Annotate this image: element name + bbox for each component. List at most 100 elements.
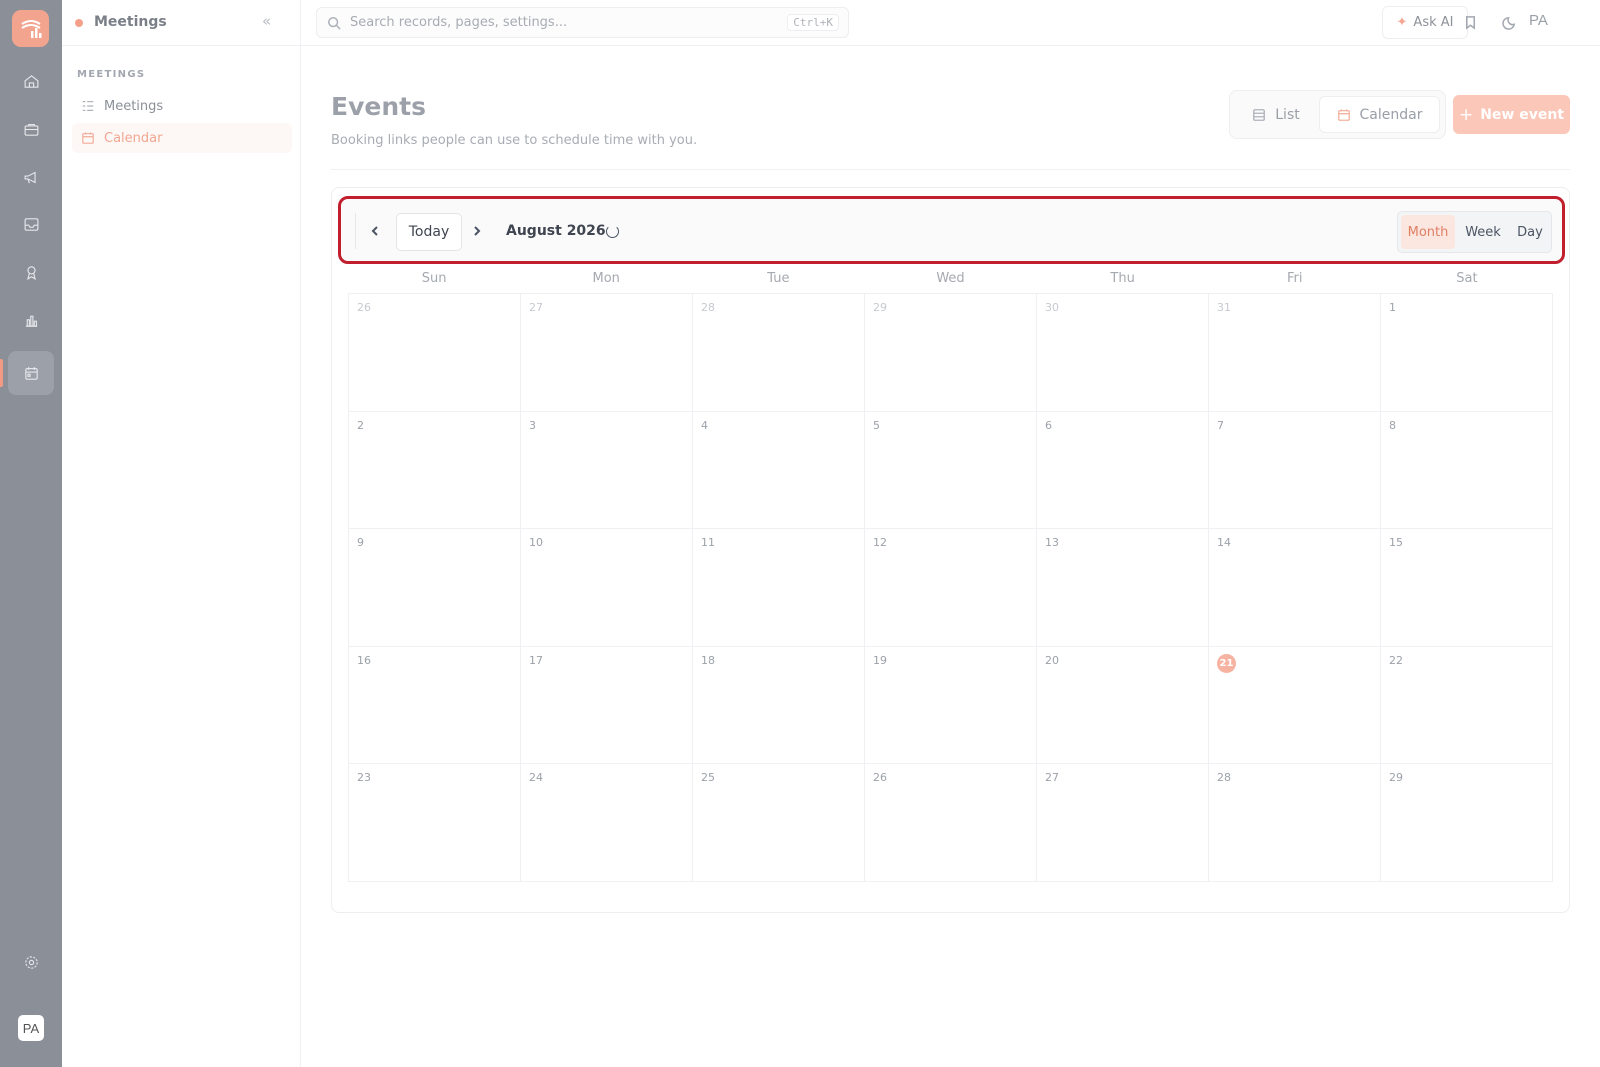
chevron-left-icon [371, 226, 378, 236]
settings-icon[interactable] [19, 950, 43, 974]
day-cell[interactable]: 19 [865, 646, 1037, 764]
day-cell[interactable]: 15 [1381, 529, 1553, 647]
briefcase-icon[interactable] [19, 117, 43, 141]
day-number: 26 [357, 301, 371, 314]
day-cell[interactable]: 5 [1381, 881, 1553, 882]
day-cell[interactable]: 1 [1381, 294, 1553, 412]
day-cell[interactable]: 16 [349, 646, 521, 764]
today-button[interactable]: Today [396, 213, 462, 251]
award-icon[interactable] [19, 260, 43, 284]
sidebar-item-calendar[interactable]: Calendar [72, 123, 292, 153]
chart-icon[interactable] [19, 308, 43, 332]
table-icon [1253, 108, 1266, 121]
day-number: 12 [873, 536, 887, 549]
day-cell[interactable]: 27 [521, 294, 693, 412]
day-cell[interactable]: 4 [693, 411, 865, 529]
day-number: 31 [1217, 301, 1231, 314]
day-cell[interactable]: 18 [693, 646, 865, 764]
day-number: 4 [701, 418, 708, 432]
day-cell[interactable]: 1 [693, 881, 865, 882]
day-number: 25 [701, 771, 715, 784]
day-number: 7 [1217, 418, 1224, 432]
day-number: 26 [873, 771, 887, 784]
day-number: 8 [1389, 418, 1396, 432]
day-cell[interactable]: 28 [693, 294, 865, 412]
megaphone-icon[interactable] [19, 165, 43, 189]
day-cell[interactable]: 3 [521, 411, 693, 529]
day-cell[interactable]: 13 [1037, 529, 1209, 647]
day-cell[interactable]: 24 [521, 764, 693, 882]
day-cell[interactable]: 7 [1209, 411, 1381, 529]
day-cell[interactable]: 30 [349, 881, 521, 882]
day-number: 27 [1045, 771, 1059, 784]
day-cell[interactable]: 2 [865, 881, 1037, 882]
view-calendar-button[interactable]: Calendar [1319, 96, 1440, 133]
loading-spinner-icon [606, 225, 619, 238]
day-cell[interactable]: 26 [865, 764, 1037, 882]
day-cell-today[interactable]: 21 [1209, 646, 1381, 764]
search-box[interactable]: Ctrl+K [316, 7, 849, 38]
day-cell[interactable]: 20 [1037, 646, 1209, 764]
inbox-icon[interactable] [19, 212, 43, 236]
ask-ai-button[interactable]: ✦ Ask AI [1382, 6, 1468, 39]
day-cell[interactable]: 9 [349, 529, 521, 647]
toolbar-separator [355, 213, 356, 249]
app-logo[interactable] [12, 10, 49, 47]
day-cell[interactable]: 12 [865, 529, 1037, 647]
day-cell[interactable]: 5 [865, 411, 1037, 529]
day-number: 5 [873, 418, 880, 432]
day-cell[interactable]: 14 [1209, 529, 1381, 647]
day-number: 22 [1389, 653, 1403, 667]
moon-icon[interactable] [1499, 12, 1519, 32]
logo-icon [20, 19, 41, 38]
user-avatar[interactable]: PA [1529, 12, 1548, 29]
day-number: 23 [357, 771, 371, 784]
sidebar-title: Meetings [94, 14, 167, 30]
rail-avatar[interactable]: PA [18, 1015, 44, 1041]
day-cell[interactable]: 22 [1381, 646, 1553, 764]
search-input[interactable] [350, 15, 780, 30]
day-cell[interactable]: 26 [349, 294, 521, 412]
day-cell[interactable]: 25 [693, 764, 865, 882]
day-cell[interactable]: 2 [349, 411, 521, 529]
day-number: 21 [1217, 653, 1236, 673]
day-cell[interactable]: 8 [1381, 411, 1553, 529]
day-number: 24 [529, 771, 543, 784]
plus-icon: + [1458, 104, 1474, 125]
day-cell[interactable]: 4 [1209, 881, 1381, 882]
day-cell[interactable]: 27 [1037, 764, 1209, 882]
day-cell[interactable]: 28 [1209, 764, 1381, 882]
day-cell[interactable]: 17 [521, 646, 693, 764]
calendar-card: Today August 2026 Month Week Day Sun Mon T… [331, 187, 1570, 913]
day-cell[interactable]: 30 [1037, 294, 1209, 412]
next-month-button[interactable] [465, 219, 489, 243]
day-cell[interactable]: 3 [1037, 881, 1209, 882]
range-month-button[interactable]: Month [1401, 215, 1455, 249]
home-icon[interactable] [19, 69, 43, 93]
day-cell[interactable]: 29 [865, 294, 1037, 412]
current-month-label: August 2026 [506, 223, 606, 239]
day-number: 28 [701, 301, 715, 314]
sidebar-item-meetings[interactable]: Meetings [72, 91, 292, 121]
bookmark-icon[interactable] [1460, 12, 1480, 32]
view-list-button[interactable]: List [1236, 96, 1316, 133]
sidebar-item-label: Calendar [104, 130, 163, 146]
day-cell[interactable]: 6 [1037, 411, 1209, 529]
day-cell[interactable]: 23 [349, 764, 521, 882]
collapse-sidebar-icon[interactable]: « [262, 12, 271, 30]
day-cell[interactable]: 29 [1381, 764, 1553, 882]
day-cell[interactable]: 31 [1209, 294, 1381, 412]
prev-month-button[interactable] [363, 219, 387, 243]
calendar-icon[interactable] [19, 361, 43, 385]
day-number: 27 [529, 301, 543, 314]
day-cell[interactable]: 11 [693, 529, 865, 647]
new-event-button[interactable]: + New event [1453, 95, 1570, 134]
calendar-icon [1337, 108, 1350, 121]
day-number: 3 [529, 418, 536, 432]
calendar-toolbar: Today August 2026 Month Week Day [338, 196, 1565, 264]
day-cell[interactable]: 31 [521, 881, 693, 882]
range-selector: Month Week Day [1397, 211, 1552, 253]
range-day-button[interactable]: Day [1510, 215, 1550, 249]
range-week-button[interactable]: Week [1458, 215, 1508, 249]
day-cell[interactable]: 10 [521, 529, 693, 647]
